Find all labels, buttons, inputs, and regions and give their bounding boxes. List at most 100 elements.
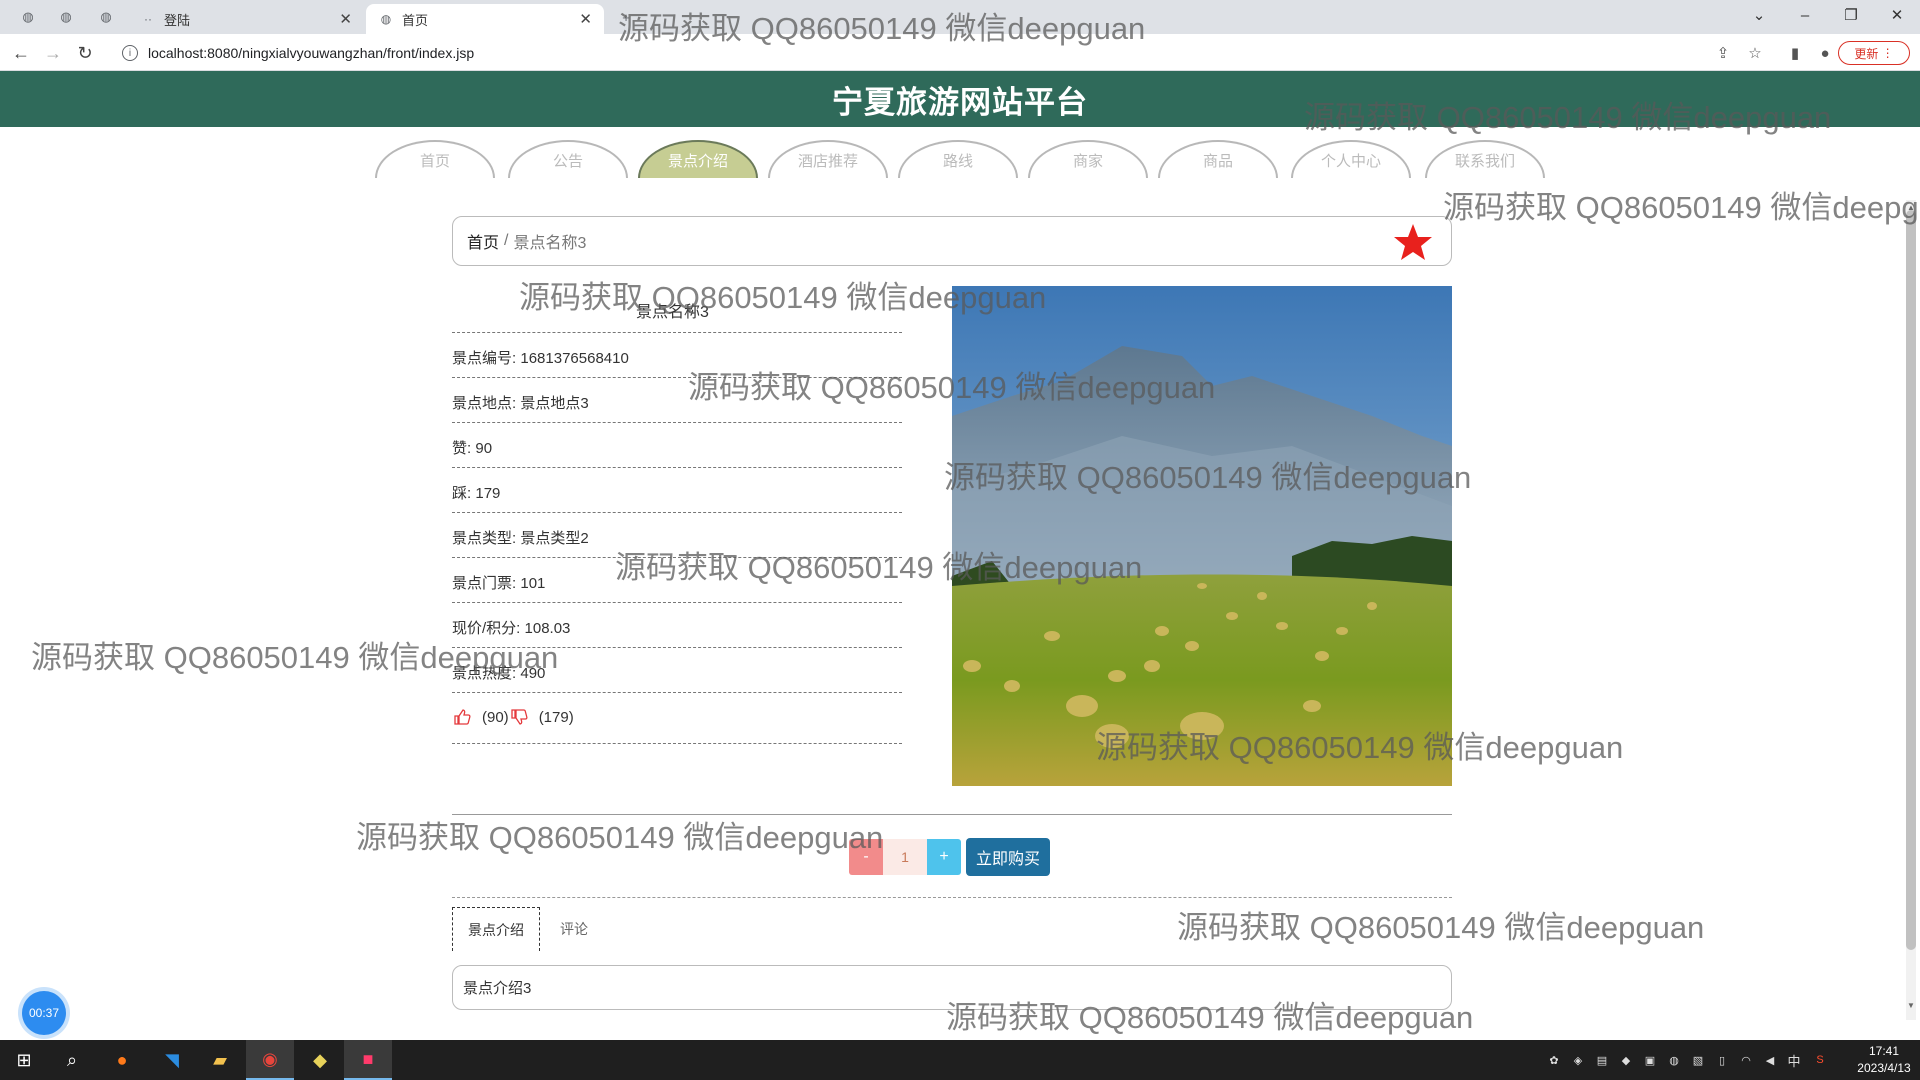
chrome-icon[interactable]: ◉ (246, 1040, 294, 1080)
new-tab-icon[interactable]: + (616, 7, 636, 27)
nav-personal-center[interactable]: 个人中心 (1291, 140, 1411, 178)
firefox-icon[interactable]: ● (98, 1040, 146, 1080)
search-icon[interactable]: ⌕ (48, 1040, 96, 1080)
profile-icon[interactable]: ● (1814, 42, 1836, 64)
field-type: 景点类型景点类型2 (452, 527, 589, 548)
tab-comments[interactable]: 评论 (548, 907, 600, 951)
watermark: 源码获取 QQ86050149 微信deepguan (1443, 190, 1920, 225)
minimize-icon[interactable]: – (1782, 0, 1828, 30)
scroll-up-icon[interactable]: ▲ (1906, 202, 1916, 212)
recording-timer[interactable]: 00:37 (22, 991, 66, 1035)
nav-hotel[interactable]: 酒店推荐 (768, 140, 888, 178)
tab-scenic-intro[interactable]: 景点介绍 (452, 907, 540, 951)
sogou-icon[interactable]: S (1812, 1052, 1828, 1068)
intellij-icon[interactable]: ■ (344, 1040, 392, 1080)
app-icon[interactable]: ◆ (296, 1040, 344, 1080)
thumbs-down-icon[interactable] (509, 707, 529, 727)
field-label: 现价/积分 (452, 620, 525, 637)
wifi-icon[interactable]: ◠ (1738, 1052, 1754, 1068)
field-label: 赞 (452, 440, 475, 457)
field-value: 景点类型2 (520, 530, 589, 547)
field-value: 490 (520, 665, 546, 682)
update-button[interactable]: 更新 ⋮ (1838, 41, 1910, 65)
pinned-tab-icon[interactable]: ◍ (96, 7, 116, 27)
tray-app-icon[interactable]: ◍ (1666, 1052, 1682, 1068)
tray-shield-icon[interactable]: ◆ (1618, 1052, 1634, 1068)
divider (452, 647, 902, 648)
restore-icon[interactable]: ❐ (1828, 0, 1874, 30)
field-price: 现价/积分108.03 (452, 617, 570, 638)
taskbar-clock[interactable]: 17:41 2023/4/13 (1854, 1043, 1914, 1077)
field-value: 90 (475, 440, 493, 457)
scrollbar-thumb[interactable] (1906, 210, 1916, 950)
update-label: 更新 (1854, 46, 1879, 61)
tab-content: 景点介绍3 (452, 965, 1452, 1010)
divider (452, 814, 1452, 815)
nav-notice[interactable]: 公告 (508, 140, 628, 178)
tab-search-icon[interactable]: ⌄ (1736, 0, 1782, 30)
tray-app-icon[interactable]: ✿ (1546, 1052, 1562, 1068)
thumbs-down-count: (179) (538, 708, 574, 726)
forward-icon[interactable]: → (40, 40, 66, 66)
close-tab-icon[interactable]: ✕ (339, 10, 352, 28)
reload-icon[interactable]: ↻ (72, 40, 98, 66)
field-value: 179 (475, 485, 501, 502)
main-nav: 首页 公告 景点介绍 酒店推荐 路线 商家 商品 个人中心 联系我们 (0, 140, 1920, 180)
loading-dots-icon: ·· (144, 12, 152, 26)
divider (452, 692, 902, 693)
nav-merchant[interactable]: 商家 (1028, 140, 1148, 178)
back-icon[interactable]: ← (8, 40, 34, 66)
pinned-tab-icon[interactable]: ◍ (18, 7, 38, 27)
scroll-down-icon[interactable]: ▼ (1906, 1000, 1916, 1010)
nav-route[interactable]: 路线 (898, 140, 1018, 178)
watermark: 源码获取 QQ86050149 微信deepguan (356, 820, 884, 855)
sidepanel-icon[interactable]: ▮ (1784, 42, 1806, 64)
browser-tab-login[interactable]: ·· 登陆 ✕ (128, 4, 364, 34)
nav-goods[interactable]: 商品 (1158, 140, 1278, 178)
clock-date: 2023/4/13 (1857, 1061, 1911, 1075)
nav-contact[interactable]: 联系我们 (1425, 140, 1545, 178)
volume-icon[interactable]: ◀ (1762, 1052, 1778, 1068)
field-label: 景点类型 (452, 530, 520, 547)
field-value: 101 (520, 575, 546, 592)
scenic-name: 景点名称3 (636, 304, 709, 321)
pinned-tab-icon[interactable]: ◍ (56, 7, 76, 27)
tray-app-icon[interactable]: ◈ (1570, 1052, 1586, 1068)
tray-app-icon[interactable]: ▤ (1594, 1052, 1610, 1068)
clock-time: 17:41 (1868, 1044, 1900, 1058)
ime-indicator[interactable]: 中 (1786, 1052, 1802, 1069)
share-icon[interactable]: ⇪ (1712, 42, 1734, 64)
windows-taskbar: ⊞ ⌕ ● ◥ ▰ ◉ ◆ ■ ✿ ◈ ▤ ◆ ▣ ◍ ▧ ▯ ◠ ◀ 中 S … (0, 1040, 1920, 1080)
field-label: 景点门票 (452, 575, 520, 592)
nav-home[interactable]: 首页 (375, 140, 495, 178)
vscode-icon[interactable]: ◥ (148, 1040, 196, 1080)
thumbs-up-icon[interactable] (452, 707, 472, 727)
tray-app-icon[interactable]: ▣ (1642, 1052, 1658, 1068)
tray-app-icon[interactable]: ▧ (1690, 1052, 1706, 1068)
usb-icon[interactable]: ▯ (1714, 1052, 1730, 1068)
browser-tab-home[interactable]: ◍ 首页 ✕ (366, 4, 604, 34)
breadcrumb-home[interactable]: 首页 (467, 229, 499, 253)
quantity-decrease-button[interactable]: - (849, 839, 883, 875)
divider (452, 897, 1452, 898)
nav-scenic[interactable]: 景点介绍 (638, 140, 758, 178)
windows-start-icon[interactable]: ⊞ (0, 1040, 48, 1080)
site-info-icon[interactable]: i (122, 45, 138, 61)
scenic-photo (952, 286, 1452, 786)
field-label: 景点编号 (452, 350, 520, 367)
browser-tab-strip: ◍ ◍ ◍ ·· 登陆 ✕ ◍ 首页 ✕ + ⌄ – ❐ ✕ (0, 0, 1920, 34)
quantity-input[interactable]: 1 (883, 839, 927, 875)
field-scenic-id: 景点编号1681376568410 (452, 347, 629, 368)
bookmark-star-icon[interactable]: ☆ (1744, 42, 1766, 64)
file-explorer-icon[interactable]: ▰ (196, 1040, 244, 1080)
buy-now-button[interactable]: 立即购买 (966, 838, 1050, 876)
field-label: 景点热度 (452, 665, 520, 682)
field-value: 108.03 (524, 620, 571, 637)
field-label: 景点地点 (452, 395, 520, 412)
url-field[interactable]: i localhost:8080/ningxialvyouwangzhan/fr… (112, 39, 1712, 67)
close-tab-icon[interactable]: ✕ (579, 10, 592, 28)
favorite-star-icon[interactable] (1393, 222, 1433, 262)
site-header: 宁夏旅游网站平台 (0, 71, 1920, 127)
close-window-icon[interactable]: ✕ (1874, 0, 1920, 30)
quantity-increase-button[interactable]: + (927, 839, 961, 875)
